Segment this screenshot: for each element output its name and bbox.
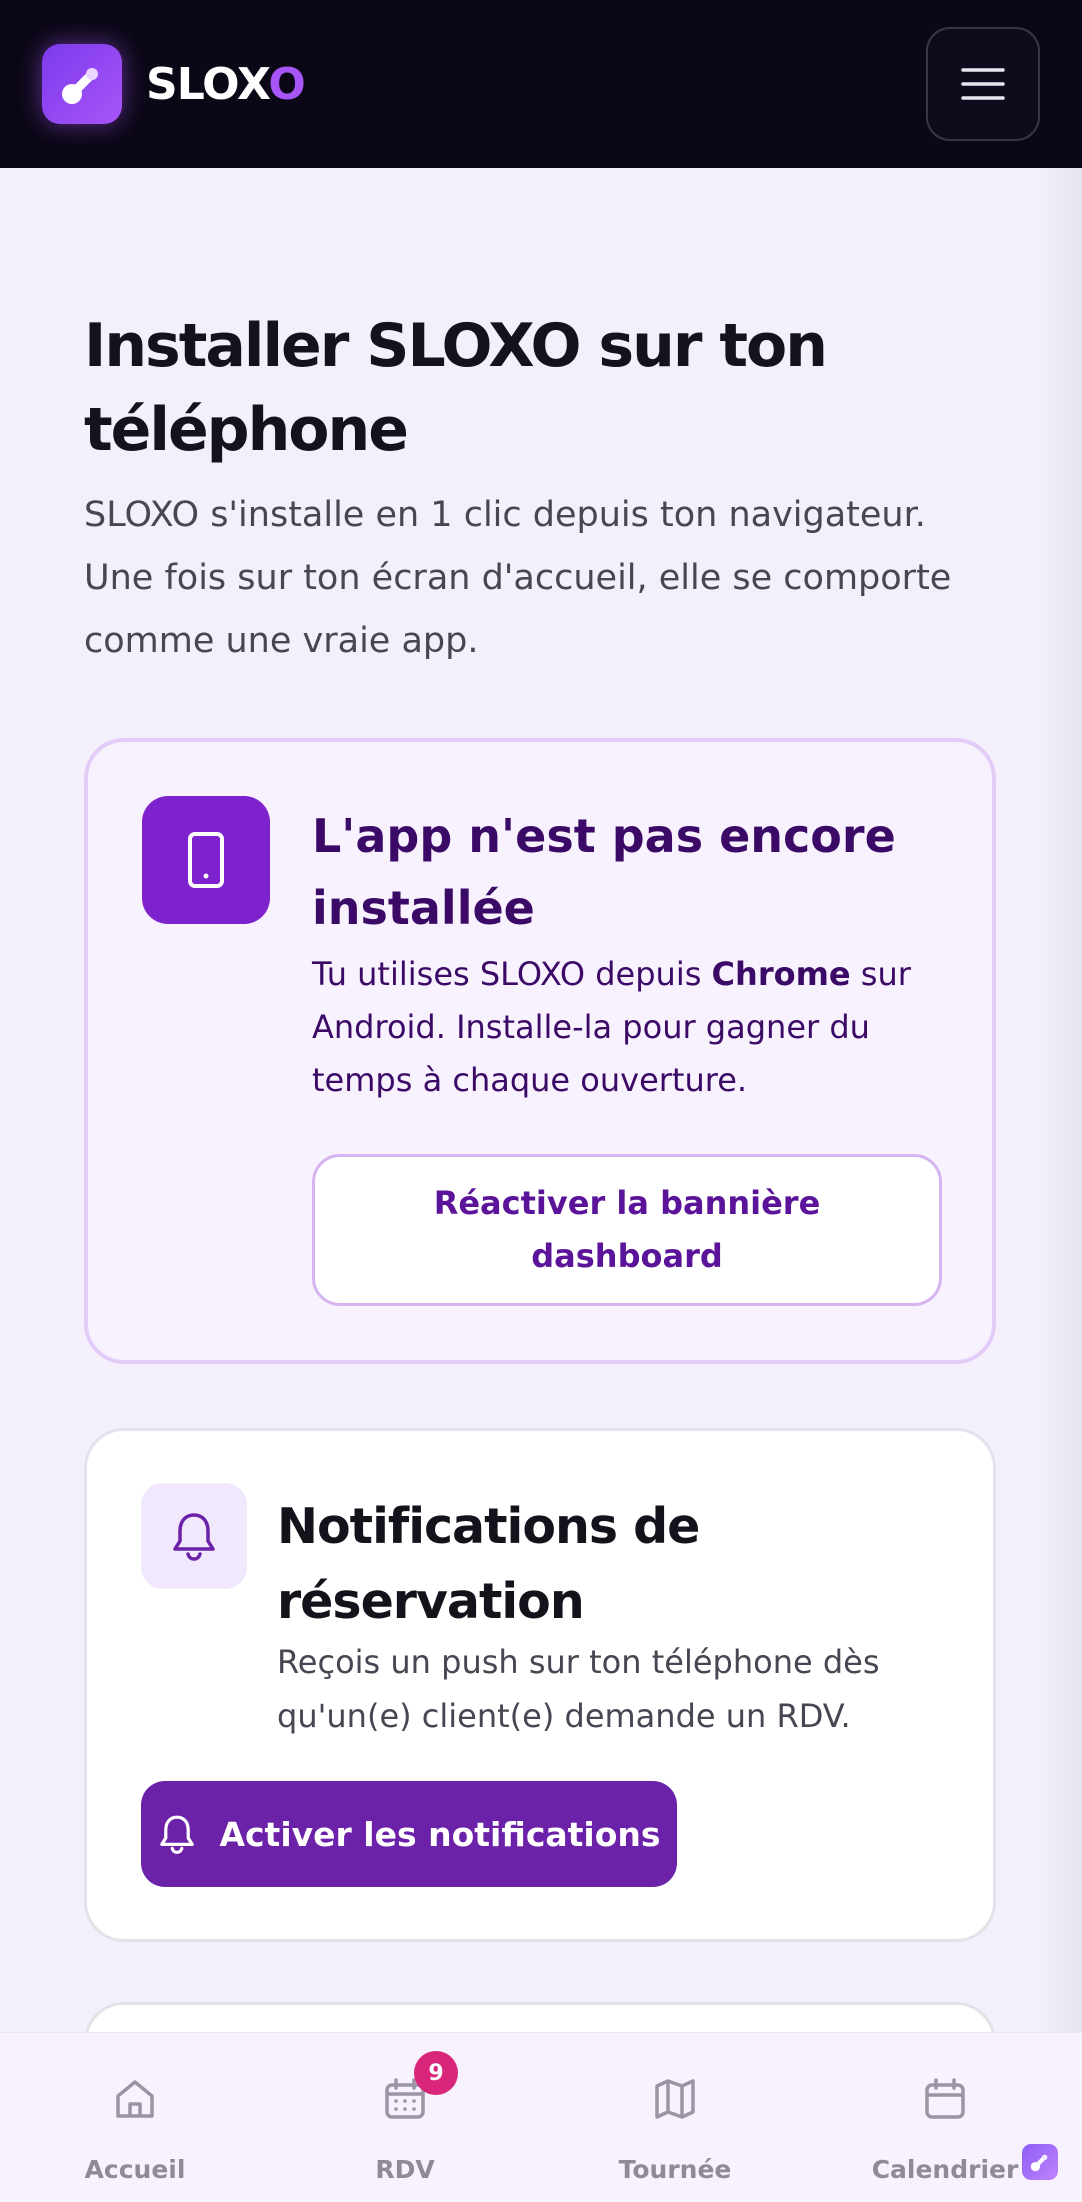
sloxo-logo-icon	[42, 44, 122, 124]
install-status-card: L'app n'est pas encore installée Tu util…	[84, 738, 996, 1364]
notifications-card: Notifications de réservation Reçois un p…	[84, 1428, 996, 1942]
install-card-text: Tu utilises SLOXO depuis Chrome sur Andr…	[312, 948, 952, 1107]
install-card-text-start: Tu utilises SLOXO depuis	[312, 955, 712, 993]
brand-name-accent: O	[268, 58, 305, 110]
calendar-icon	[919, 2073, 971, 2125]
bell-icon	[141, 1483, 247, 1589]
nav-label-calendrier: Calendrier	[871, 2155, 1019, 2184]
page-intro: SLOXO s'installe en 1 clic depuis ton na…	[84, 495, 952, 661]
menu-button[interactable]	[926, 27, 1040, 141]
nav-label-tournee: Tournée	[618, 2155, 732, 2184]
notifications-card-title: Notifications de réservation	[277, 1498, 700, 1630]
map-icon	[649, 2073, 701, 2125]
reactivate-banner-button[interactable]: Réactiver la bannière dashboard	[312, 1154, 942, 1306]
brand[interactable]: SLOXO	[42, 44, 306, 124]
brand-name: SLOXO	[146, 58, 306, 110]
nav-item-tournee[interactable]: Tournée	[540, 2033, 810, 2202]
top-bar: SLOXO	[0, 0, 1082, 168]
nav-label-accueil: Accueil	[84, 2155, 186, 2184]
page-title: Installer SLOXO sur ton téléphone	[84, 311, 828, 465]
scroll-edge-shade	[1040, 168, 1082, 2036]
bell-icon	[160, 1815, 195, 1855]
enable-notifications-button[interactable]: Activer les notifications	[141, 1781, 677, 1887]
hamburger-menu-icon	[961, 68, 1005, 100]
nav-item-rdv[interactable]: 9 RDV	[270, 2033, 540, 2202]
nav-item-accueil[interactable]: Accueil	[0, 2033, 270, 2202]
main-content: Installer SLOXO sur ton téléphone SLOXO …	[84, 168, 996, 2122]
bottom-nav: Accueil 9 RDV Tournée Calendrier	[0, 2032, 1082, 2202]
brand-name-prefix: SLOX	[146, 58, 269, 110]
rdv-count-badge: 9	[414, 2051, 458, 2095]
sloxo-mini-logo-icon	[1022, 2144, 1058, 2180]
notifications-card-text: Reçois un push sur ton téléphone dès qu'…	[277, 1643, 880, 1735]
home-icon	[109, 2073, 161, 2125]
install-card-title: L'app n'est pas encore installée	[312, 809, 896, 935]
enable-notifications-label: Activer les notifications	[219, 1814, 661, 1854]
browser-name: Chrome	[711, 955, 851, 993]
smartphone-icon	[142, 796, 270, 924]
nav-label-rdv: RDV	[375, 2155, 435, 2184]
